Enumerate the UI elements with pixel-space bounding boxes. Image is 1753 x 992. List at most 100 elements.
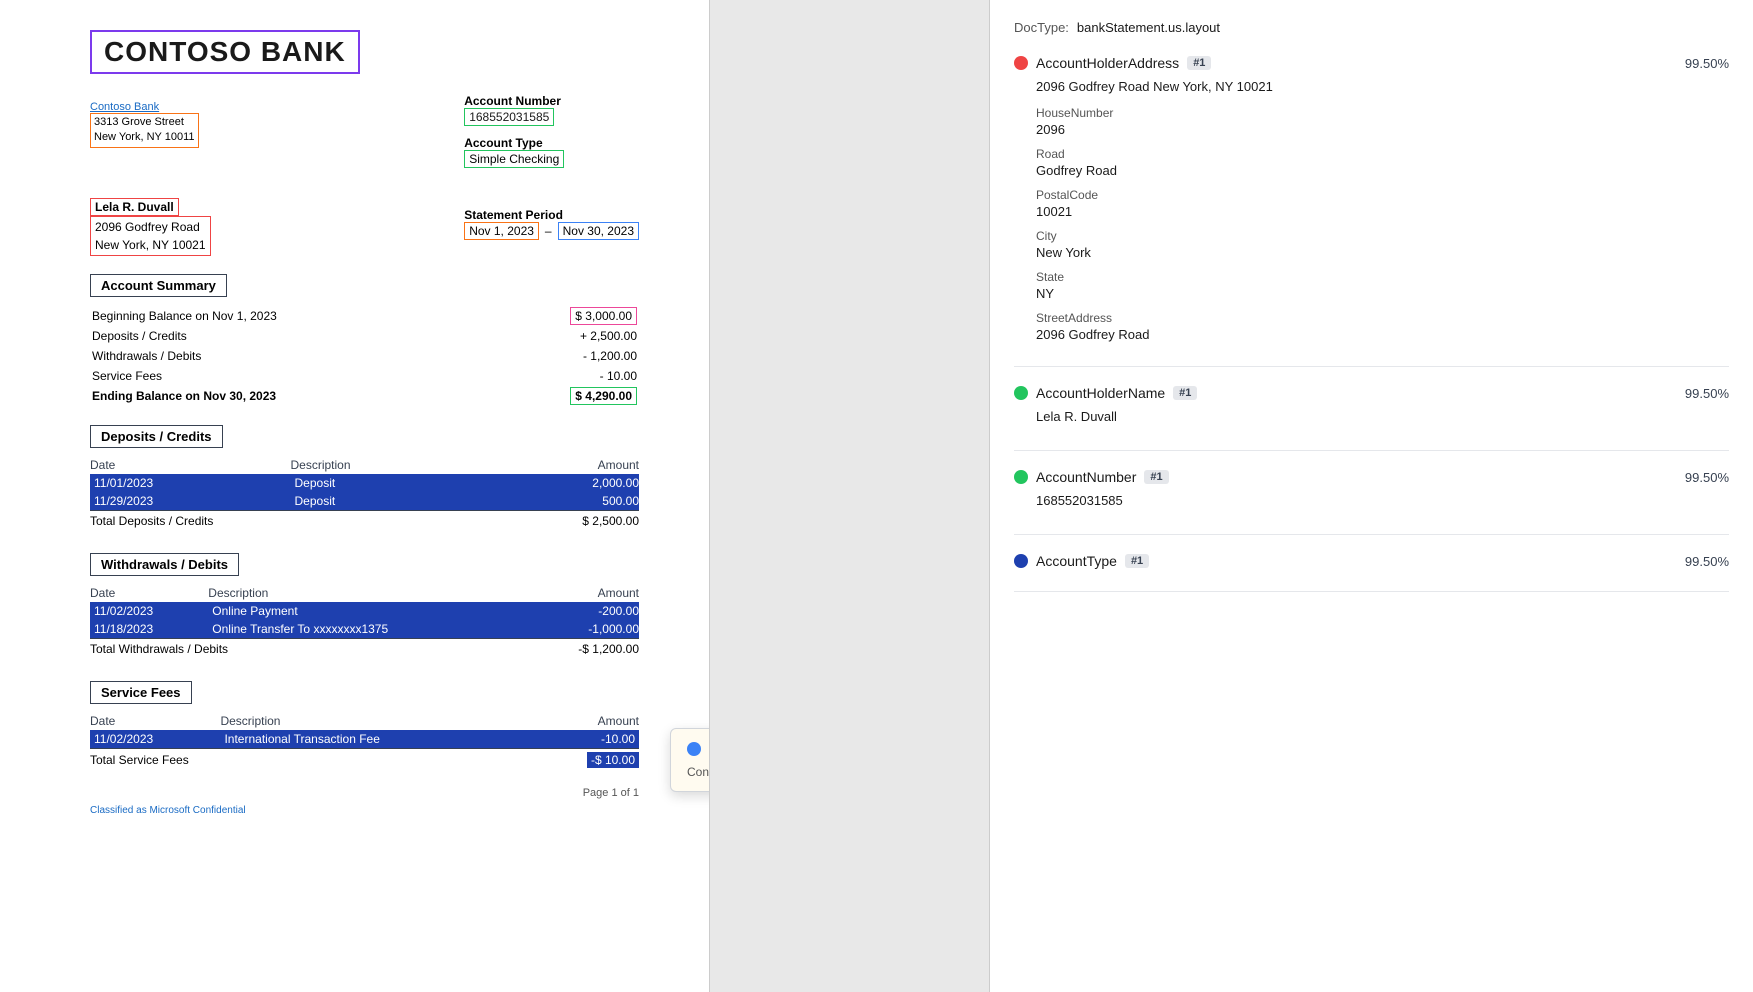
account-summary-table: Beginning Balance on Nov 1, 2023 $ 3,000… xyxy=(90,305,639,407)
sub-field-value-street: 2096 Godfrey Road xyxy=(1036,327,1729,342)
tooltip-popup: Transactions Content 11/02/2023 Online P… xyxy=(670,728,710,792)
bank-address-block: Contoso Bank 3313 Grove Street New York,… xyxy=(90,98,211,148)
withdrawals-row-2: 11/18/2023 Online Transfer To xxxxxxxx13… xyxy=(90,620,639,639)
right-panel: DocType: bankStatement.us.layout Account… xyxy=(990,0,1753,992)
summary-amount-fees: - 10.00 xyxy=(493,367,637,385)
bank-address-line2: New York, NY 10011 xyxy=(94,130,195,145)
sub-field-city: City New York xyxy=(1036,229,1729,260)
field-header-accounttype: AccountType #1 99.50% xyxy=(1014,553,1729,569)
field-value-accountnumber: 168552031585 xyxy=(1036,493,1729,508)
withdrawals-amount-2: -1,000.00 xyxy=(532,620,639,639)
summary-amount-withdrawals: - 1,200.00 xyxy=(493,347,637,365)
bank-address-highlight: 3313 Grove Street New York, NY 10011 xyxy=(90,113,199,148)
tooltip-content-row: Content 11/02/2023 Online Payment -200.0… xyxy=(687,765,710,779)
deposits-amount-2: 500.00 xyxy=(470,492,639,511)
withdrawals-col-date: Date xyxy=(90,584,208,602)
field-confidence-address: 99.50% xyxy=(1685,56,1729,71)
field-dot-holdername xyxy=(1014,386,1028,400)
field-name-accountnumber: AccountNumber xyxy=(1036,469,1136,485)
field-block-accountnumber: AccountNumber #1 99.50% 168552031585 xyxy=(1014,469,1729,535)
field-dot-accounttype xyxy=(1014,554,1028,568)
confidential-label: Classified as Microsoft Confidential xyxy=(90,805,639,816)
field-block-address: AccountHolderAddress #1 99.50% 2096 Godf… xyxy=(1014,55,1729,367)
tooltip-header: Transactions xyxy=(687,741,710,757)
withdrawals-debits-title: Withdrawals / Debits xyxy=(90,553,239,576)
summary-label-fees: Service Fees xyxy=(92,367,491,385)
sub-field-state: State NY xyxy=(1036,270,1729,301)
field-header-left-accountnumber: AccountNumber #1 xyxy=(1014,469,1169,485)
field-value-holdername: Lela R. Duvall xyxy=(1036,409,1729,424)
field-name-accounttype: AccountType xyxy=(1036,553,1117,569)
fees-desc-1: International Transaction Fee xyxy=(220,730,537,749)
period-dates: Nov 1, 2023 – Nov 30, 2023 xyxy=(464,222,639,240)
account-number: 168552031585 xyxy=(464,108,554,126)
account-type-label: Account Type xyxy=(464,136,639,150)
fees-col-description: Description xyxy=(220,712,537,730)
service-fees-table: Date Description Amount 11/02/2023 Inter… xyxy=(90,712,639,771)
field-value-address: 2096 Godfrey Road New York, NY 10021 xyxy=(1036,79,1729,94)
field-confidence-holdername: 99.50% xyxy=(1685,386,1729,401)
sub-field-value-city: New York xyxy=(1036,245,1729,260)
bank-address-line1: 3313 Grove Street xyxy=(94,115,195,130)
withdrawals-total-row: Total Withdrawals / Debits -$ 1,200.00 xyxy=(90,638,639,659)
doctype-value: bankStatement.us.layout xyxy=(1077,20,1220,35)
customer-address-line1: 2096 Godfrey Road xyxy=(95,218,206,236)
fees-amount-1: -10.00 xyxy=(538,730,639,749)
field-header-left-address: AccountHolderAddress #1 xyxy=(1014,55,1211,71)
deposits-desc-2: Deposit xyxy=(291,492,470,511)
sub-field-street: StreetAddress 2096 Godfrey Road xyxy=(1036,311,1729,342)
field-confidence-accountnumber: 99.50% xyxy=(1685,470,1729,485)
withdrawals-row-1: 11/02/2023 Online Payment -200.00 xyxy=(90,602,639,620)
field-header-left-accounttype: AccountType #1 xyxy=(1014,553,1149,569)
deposits-total-label: Total Deposits / Credits xyxy=(90,510,470,531)
deposits-row-2: 11/29/2023 Deposit 500.00 xyxy=(90,492,639,511)
sub-field-value-road: Godfrey Road xyxy=(1036,163,1729,178)
customer-address-line2: New York, NY 10021 xyxy=(95,236,206,254)
withdrawals-col-description: Description xyxy=(208,584,532,602)
field-name-holdername: AccountHolderName xyxy=(1036,385,1165,401)
tooltip-content-label: Content xyxy=(687,765,710,779)
summary-row-withdrawals: Withdrawals / Debits - 1,200.00 xyxy=(92,347,637,365)
fees-row-1: 11/02/2023 International Transaction Fee… xyxy=(90,730,639,749)
customer-name: Lela R. Duvall xyxy=(90,198,179,216)
field-block-holdername: AccountHolderName #1 99.50% Lela R. Duva… xyxy=(1014,385,1729,451)
sub-field-name-street: StreetAddress xyxy=(1036,311,1729,325)
fees-date-1: 11/02/2023 xyxy=(90,730,220,749)
summary-amount-ending: $ 4,290.00 xyxy=(493,387,637,405)
deposits-desc-1: Deposit xyxy=(291,474,470,492)
fees-total-row: Total Service Fees -$ 10.00 xyxy=(90,748,639,771)
bank-name-link[interactable]: Contoso Bank xyxy=(90,101,159,113)
document-panel: CONTOSO BANK Contoso Bank 3313 Grove Str… xyxy=(0,0,710,992)
field-badge-accountnumber: #1 xyxy=(1144,470,1168,484)
deposits-col-amount: Amount xyxy=(470,456,639,474)
sub-field-name-postal: PostalCode xyxy=(1036,188,1729,202)
field-name-address: AccountHolderAddress xyxy=(1036,55,1179,71)
sub-field-house-number: HouseNumber 2096 xyxy=(1036,106,1729,137)
period-dash: – xyxy=(545,224,552,238)
field-block-accounttype: AccountType #1 99.50% xyxy=(1014,553,1729,592)
field-header-address: AccountHolderAddress #1 99.50% xyxy=(1014,55,1729,71)
sub-field-name-house: HouseNumber xyxy=(1036,106,1729,120)
withdrawals-date-2: 11/18/2023 xyxy=(90,620,208,639)
deposits-col-description: Description xyxy=(291,456,470,474)
withdrawals-date-1: 11/02/2023 xyxy=(90,602,208,620)
fees-col-date: Date xyxy=(90,712,220,730)
sub-field-road: Road Godfrey Road xyxy=(1036,147,1729,178)
summary-label-withdrawals: Withdrawals / Debits xyxy=(92,347,491,365)
account-number-label: Account Number xyxy=(464,94,639,108)
sub-field-value-state: NY xyxy=(1036,286,1729,301)
bank-name: CONTOSO BANK xyxy=(104,36,346,67)
sub-field-name-city: City xyxy=(1036,229,1729,243)
field-header-left-holdername: AccountHolderName #1 xyxy=(1014,385,1197,401)
summary-amount-beginning: $ 3,000.00 xyxy=(493,307,637,325)
field-dot-accountnumber xyxy=(1014,470,1028,484)
sub-fields-address: HouseNumber 2096 Road Godfrey Road Posta… xyxy=(1036,106,1729,342)
fees-total-amount: -$ 10.00 xyxy=(538,748,639,771)
summary-row-ending: Ending Balance on Nov 30, 2023 $ 4,290.0… xyxy=(92,387,637,405)
summary-label-beginning: Beginning Balance on Nov 1, 2023 xyxy=(92,307,491,325)
deposits-date-1: 11/01/2023 xyxy=(90,474,291,492)
doctype-row: DocType: bankStatement.us.layout xyxy=(1014,20,1729,35)
withdrawals-col-amount: Amount xyxy=(532,584,639,602)
period-end: Nov 30, 2023 xyxy=(558,222,639,240)
withdrawals-total-amount: -$ 1,200.00 xyxy=(532,638,639,659)
